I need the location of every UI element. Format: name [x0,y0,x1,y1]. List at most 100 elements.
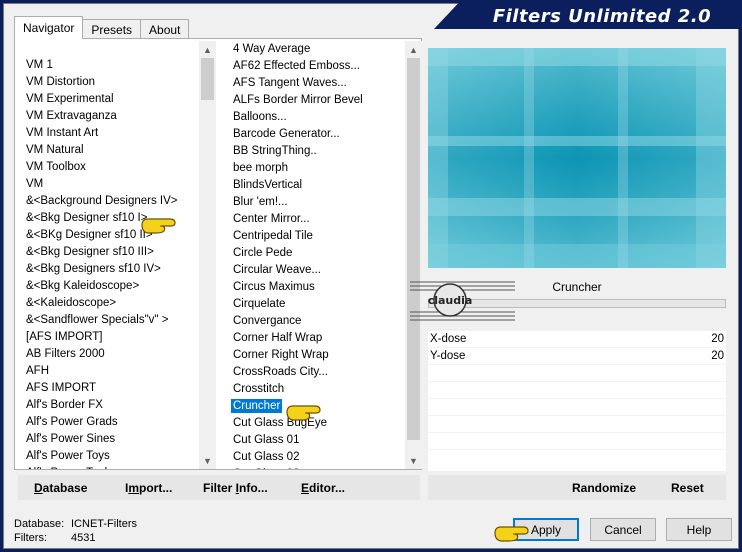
category-item[interactable]: &<Bkg Designers sf10 IV> [18,261,199,278]
category-item[interactable]: Alf's Power Tools [18,465,199,469]
scroll-thumb[interactable] [407,58,420,440]
filter-item[interactable]: BlindsVertical [225,177,405,194]
category-item[interactable]: &<Sandflower Specials"v" > [18,312,199,329]
filter-item-label: Cut Glass 03 [233,468,299,469]
import-button[interactable]: Import... [125,481,172,495]
filter-item-label: Cut Glass 01 [233,434,300,446]
randomize-button[interactable]: Randomize [572,481,636,495]
editor-button[interactable]: Editor... [301,481,345,495]
category-item[interactable]: VM 1 [18,57,199,74]
button-label: atabase [42,481,88,495]
filter-item-label: Corner Right Wrap [233,349,329,361]
filter-item[interactable]: AFS Tangent Waves... [225,75,405,92]
parameter-row[interactable]: X-dose 20 [428,331,726,348]
filter-info-button[interactable]: Filter Info... [203,481,268,495]
category-item[interactable]: [AFS IMPORT] [18,329,199,346]
filter-item[interactable]: Corner Half Wrap [225,330,405,347]
button-label: nfo... [239,481,268,495]
filter-item[interactable]: BB StringThing.. [225,143,405,160]
category-item[interactable]: VM Distortion [18,74,199,91]
category-item[interactable]: VM Natural [18,142,199,159]
preview-pattern [428,48,726,268]
filter-item[interactable]: Cirquelate [225,296,405,313]
category-item-label: VM 1 [26,59,53,71]
tab-presets[interactable]: Presets [82,19,142,39]
parameter-value[interactable]: 20 [711,348,724,364]
hotkey: D [34,481,43,495]
database-button[interactable]: Database [34,481,87,495]
filter-item[interactable]: Convergance [225,313,405,330]
filter-item[interactable]: Blur 'em!... [225,194,405,211]
filter-list[interactable]: 4 Way Average AF62 Effected Emboss... AFS … [225,41,422,469]
filter-item[interactable]: Circular Weave... [225,262,405,279]
pointing-hand-icon [286,405,321,421]
filter-item[interactable]: Corner Right Wrap [225,347,405,364]
parameter-row-empty [428,382,726,399]
cancel-button[interactable]: Cancel [590,518,656,541]
scroll-down-arrow-icon[interactable]: ▼ [405,452,422,469]
scroll-down-arrow-icon[interactable]: ▼ [199,452,216,469]
filters-label: Filters: [14,532,47,544]
category-item-label: VM Natural [26,144,84,156]
filter-item[interactable]: CrossRoads City... [225,364,405,381]
category-item[interactable]: Alf's Power Sines [18,431,199,448]
tab-label: Navigator [23,21,75,35]
scroll-thumb[interactable] [201,58,214,100]
category-item[interactable]: &<Bkg Designer sf10 III> [18,244,199,261]
category-item[interactable]: Alf's Power Toys [18,448,199,465]
filter-item[interactable]: bee morph [225,160,405,177]
preset-button-bar: Randomize Reset [428,475,726,500]
filter-item[interactable]: Cut Glass 01 [225,432,405,449]
filter-item[interactable]: Circus Maximus [225,279,405,296]
category-scrollbar[interactable]: ▲ ▼ [199,41,216,469]
category-item[interactable]: Alf's Power Grads [18,414,199,431]
category-item[interactable]: VM Instant Art [18,125,199,142]
filter-item[interactable]: ALFs Border Mirror Bevel [225,92,405,109]
parameter-value[interactable]: 20 [711,331,724,347]
category-item[interactable]: AFH [18,363,199,380]
category-item-label: AFS IMPORT [26,382,97,394]
tab-label: Presets [91,22,133,37]
parameter-row-empty [428,433,726,450]
scroll-up-arrow-icon[interactable]: ▲ [405,41,422,58]
category-item[interactable]: VM Toolbox [18,159,199,176]
category-item-label: Alf's Power Toys [26,450,110,462]
category-item[interactable]: VM [18,176,199,193]
category-item-label: VM Distortion [26,76,96,88]
filter-item[interactable]: Barcode Generator... [225,126,405,143]
category-item[interactable]: &<Kaleidoscope> [18,295,199,312]
category-item[interactable]: &<Bkg Kaleidoscope> [18,278,199,295]
category-item[interactable]: AFS IMPORT [18,380,199,397]
filter-item[interactable]: Circle Pede [225,245,405,262]
tab-about[interactable]: About [140,19,190,39]
filter-item[interactable]: Cut Glass 02 [225,449,405,466]
category-item[interactable]: VM Extravaganza [18,108,199,125]
watermark-stamp: claudia [410,276,515,326]
filter-item-label: Balloons... [233,111,287,123]
filter-scrollbar[interactable]: ▲ ▼ [405,41,422,469]
database-label: Database: [14,518,65,530]
category-list[interactable]: VM 1 VM Distortion VM Experimental VM Extra… [18,41,216,469]
tab-navigator[interactable]: Navigator [14,16,84,39]
filter-item[interactable]: 4 Way Average [225,41,405,58]
filter-item[interactable]: Center Mirror... [225,211,405,228]
category-item-label: &<Background Designers IV> [26,195,178,207]
category-item-label: AB Filters 2000 [26,348,105,360]
filter-item[interactable]: Centripedal Tile [225,228,405,245]
filter-item[interactable]: Cut Glass 03 [225,466,405,469]
navigator-button-bar: Database Import... Filter Info... Editor… [18,475,420,500]
filter-item[interactable]: AF62 Effected Emboss... [225,58,405,75]
scroll-up-arrow-icon[interactable]: ▲ [199,41,216,58]
category-item[interactable]: &<Background Designers IV> [18,193,199,210]
category-item[interactable]: VM Experimental [18,91,199,108]
filter-item-label: BlindsVertical [233,179,303,191]
category-item[interactable]: Alf's Border FX [18,397,199,414]
reset-button[interactable]: Reset [671,481,704,495]
filter-item[interactable]: Balloons... [225,109,405,126]
filter-item-label: CrossRoads City... [233,366,329,378]
category-item[interactable]: AB Filters 2000 [18,346,199,363]
category-item-label: &<Sandflower Specials"v" > [26,314,169,326]
parameter-row[interactable]: Y-dose 20 [428,348,726,365]
help-button[interactable]: Help [666,518,732,541]
filter-item[interactable]: Crosstitch [225,381,405,398]
